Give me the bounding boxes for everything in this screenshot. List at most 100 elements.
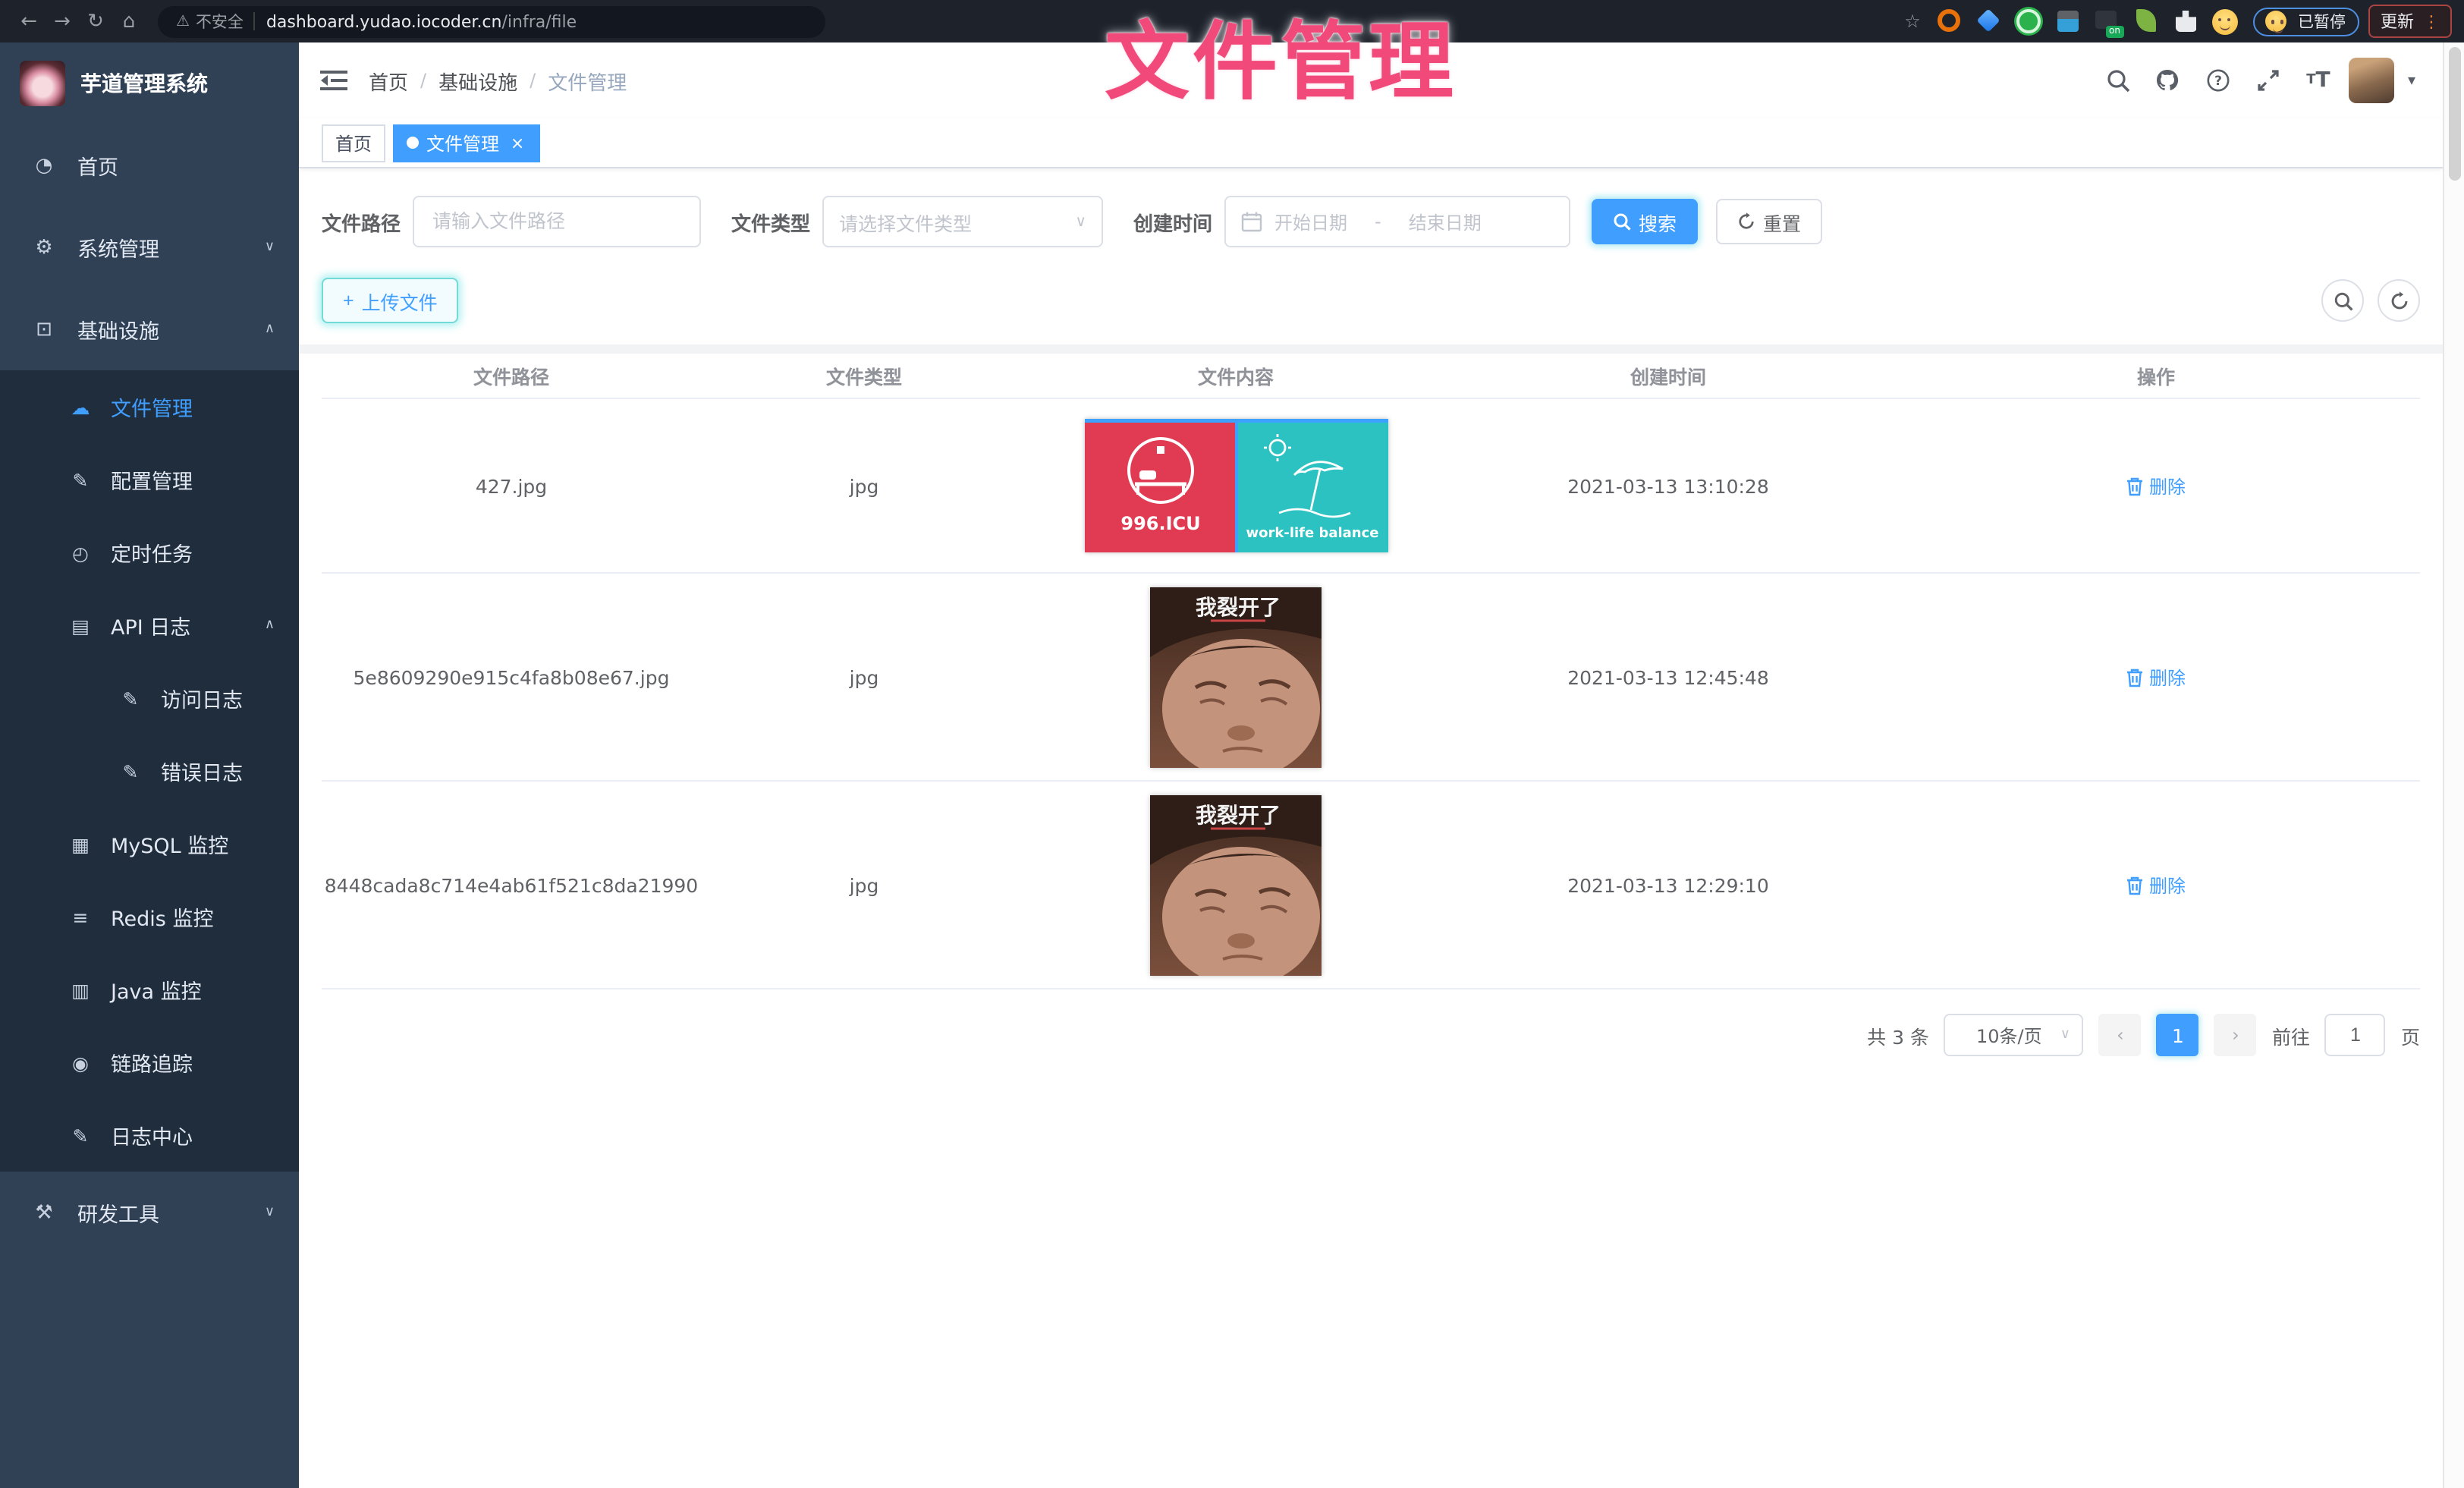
browser-forward-icon[interactable]: → [46,10,79,33]
browser-update-button[interactable]: 更新 ⋮ [2368,5,2452,38]
goto-page-input[interactable] [2325,1014,2386,1056]
cell-file-type: jpg [701,873,1027,896]
breadcrumb-infrastructure[interactable]: 基础设施 [438,66,517,95]
bookmark-star-icon[interactable]: ☆ [1896,11,1929,32]
sidebar-item-label: 文件管理 [111,392,193,422]
sidebar-item-log-center[interactable]: ✎ 日志中心 [0,1099,299,1172]
toggle-search-button[interactable] [2321,279,2364,322]
delete-button[interactable]: 删除 [2126,872,2186,898]
infrastructure-submenu: ☁ 文件管理 ✎ 配置管理 ◴ 定时任务 ▤ API 日志 ∧ ✎ [0,370,299,1172]
sidebar-item-label: 首页 [77,150,118,181]
page-number-1[interactable]: 1 [2157,1014,2199,1056]
refresh-table-button[interactable] [2378,279,2420,322]
header-search-icon[interactable] [2098,61,2138,100]
collapse-sidebar-icon[interactable] [320,70,347,91]
prev-page-button[interactable]: ‹ [2099,1014,2142,1056]
avatar-caret-down-icon[interactable]: ▾ [2408,72,2415,89]
cell-file-path: 427.jpg [322,474,701,497]
file-preview-crying-baby[interactable]: 我裂开了 [1150,794,1322,975]
sidebar-item-java-monitor[interactable]: ▥ Java 监控 [0,953,299,1026]
file-type-select[interactable]: 请选择文件类型 ∨ [822,196,1103,247]
address-bar[interactable]: ⚠ 不安全 dashboard.yudao.iocoder.cn /infra/… [158,5,825,37]
sidebar-item-config-management[interactable]: ✎ 配置管理 [0,443,299,516]
next-page-button[interactable]: › [2214,1014,2257,1056]
sidebar-item-infrastructure[interactable]: ⊡ 基础设施 ∧ [0,288,299,370]
tab-home[interactable]: 首页 [322,124,385,162]
create-time-label: 创建时间 [1133,207,1224,236]
plus-icon: + [343,290,354,311]
file-preview-crying-baby[interactable]: 我裂开了 [1150,587,1322,767]
sidebar-item-label: 访问日志 [161,683,243,713]
browser-home-icon[interactable]: ⌂ [112,10,146,33]
cell-file-content: 我裂开了 [1027,587,1444,767]
page-scrollbar[interactable] [2443,42,2464,1488]
pagination: 共 3 条 10条/页 ∨ ‹ 1 › 前往 页 [322,1014,2420,1087]
emoji-extension-icon[interactable] [2211,8,2237,34]
github-icon[interactable] [2148,61,2188,100]
sidebar-item-access-logs[interactable]: ✎ 访问日志 [0,662,299,735]
browser-back-icon[interactable]: ← [12,10,46,33]
date-range-picker[interactable]: 开始日期 - 结束日期 [1224,196,1570,247]
page-size-select[interactable]: 10条/页 ∨ [1944,1014,2084,1056]
cell-file-content: 996.ICU work-life balance [1027,419,1444,552]
sidebar-item-dev-tools[interactable]: ⚒ 研发工具 ∨ [0,1172,299,1254]
sidebar-item-mysql-monitor[interactable]: ▦ MySQL 监控 [0,807,299,880]
sidebar-item-system-management[interactable]: ⚙ 系统管理 ∨ [0,206,299,288]
search-button[interactable]: 搜索 [1592,199,1698,244]
delete-button[interactable]: 删除 [2126,473,2186,499]
file-preview-996-icu[interactable]: 996.ICU work-life balance [1084,419,1388,552]
reset-button[interactable]: 重置 [1716,199,1822,244]
sidebar-item-redis-monitor[interactable]: ≡ Redis 监控 [0,880,299,953]
cell-file-path: 5e8609290e915c4fa8b08e67.jpg [322,665,701,688]
cell-create-time: 2021-03-13 12:45:48 [1444,665,1892,688]
table-row: 427.jpg jpg 996.I [322,399,2420,574]
sidebar-item-tracing[interactable]: ◉ 链路追踪 [0,1026,299,1099]
page-size-value: 10条/页 [1958,1022,2060,1048]
sidebar-item-error-logs[interactable]: ✎ 错误日志 [0,735,299,807]
file-type-label: 文件类型 [731,207,822,236]
scrollbar-thumb[interactable] [2448,47,2460,181]
chevron-down-icon: ∨ [265,1205,275,1220]
sidebar-item-api-logs[interactable]: ▤ API 日志 ∧ [0,589,299,662]
extension-blue-kite-icon[interactable] [1976,9,2000,33]
delete-button[interactable]: 删除 [2126,664,2186,690]
user-avatar[interactable] [2349,58,2394,103]
breadcrumb-current: 文件管理 [548,66,627,95]
app-logo-row[interactable]: 芋道管理系统 [0,42,299,124]
start-date-placeholder[interactable]: 开始日期 [1274,209,1347,234]
browser-reload-icon[interactable]: ↻ [79,10,112,33]
file-path-label: 文件路径 [322,207,413,236]
cell-file-path: 8448cada8c714e4ab61f521c8da21990 [322,873,701,896]
fullscreen-icon[interactable] [2249,61,2288,100]
extension-puzzle-icon[interactable] [2173,9,2198,33]
breadcrumb-home[interactable]: 首页 [369,66,408,95]
file-type-placeholder: 请选择文件类型 [839,207,1075,236]
extension-grid-icon[interactable] [2055,9,2079,33]
refresh-icon [1737,212,1755,231]
sidebar-item-file-management[interactable]: ☁ 文件管理 [0,370,299,443]
browser-menu-kebab-icon[interactable]: ⋮ [2423,11,2440,31]
tab-label: 首页 [335,130,372,156]
not-secure-label[interactable]: 不安全 [196,10,244,33]
upload-file-button[interactable]: + 上传文件 [322,278,459,323]
sidebar-item-home[interactable]: ◔ 首页 [0,124,299,206]
tab-close-icon[interactable]: × [508,133,526,153]
file-path-input[interactable] [413,196,701,247]
paused-badge[interactable]: 已暂停 [2252,7,2359,36]
select-chevron-down-icon: ∨ [2060,1027,2070,1043]
sidebar-item-scheduled-tasks[interactable]: ◴ 定时任务 [0,516,299,589]
extension-leaf-icon[interactable] [2134,9,2158,33]
sidebar-item-label: 配置管理 [111,464,193,495]
font-size-icon[interactable]: TT [2299,61,2338,100]
end-date-placeholder[interactable]: 结束日期 [1409,209,1482,234]
extension-green-circle-icon[interactable] [2016,9,2040,33]
chevron-up-icon: ∧ [265,322,275,337]
help-icon[interactable]: ? [2198,61,2238,100]
extension-switch-on-icon[interactable] [2095,9,2119,33]
main-area: 首页 / 基础设施 / 文件管理 ? [299,42,2443,1488]
database-icon: ▦ [68,832,93,855]
sidebar-item-label: Redis 监控 [111,901,213,932]
extension-orange-ring-icon[interactable] [1937,9,1961,33]
tab-file-management[interactable]: 文件管理 × [393,124,540,162]
sidebar-item-label: Java 监控 [111,974,202,1005]
